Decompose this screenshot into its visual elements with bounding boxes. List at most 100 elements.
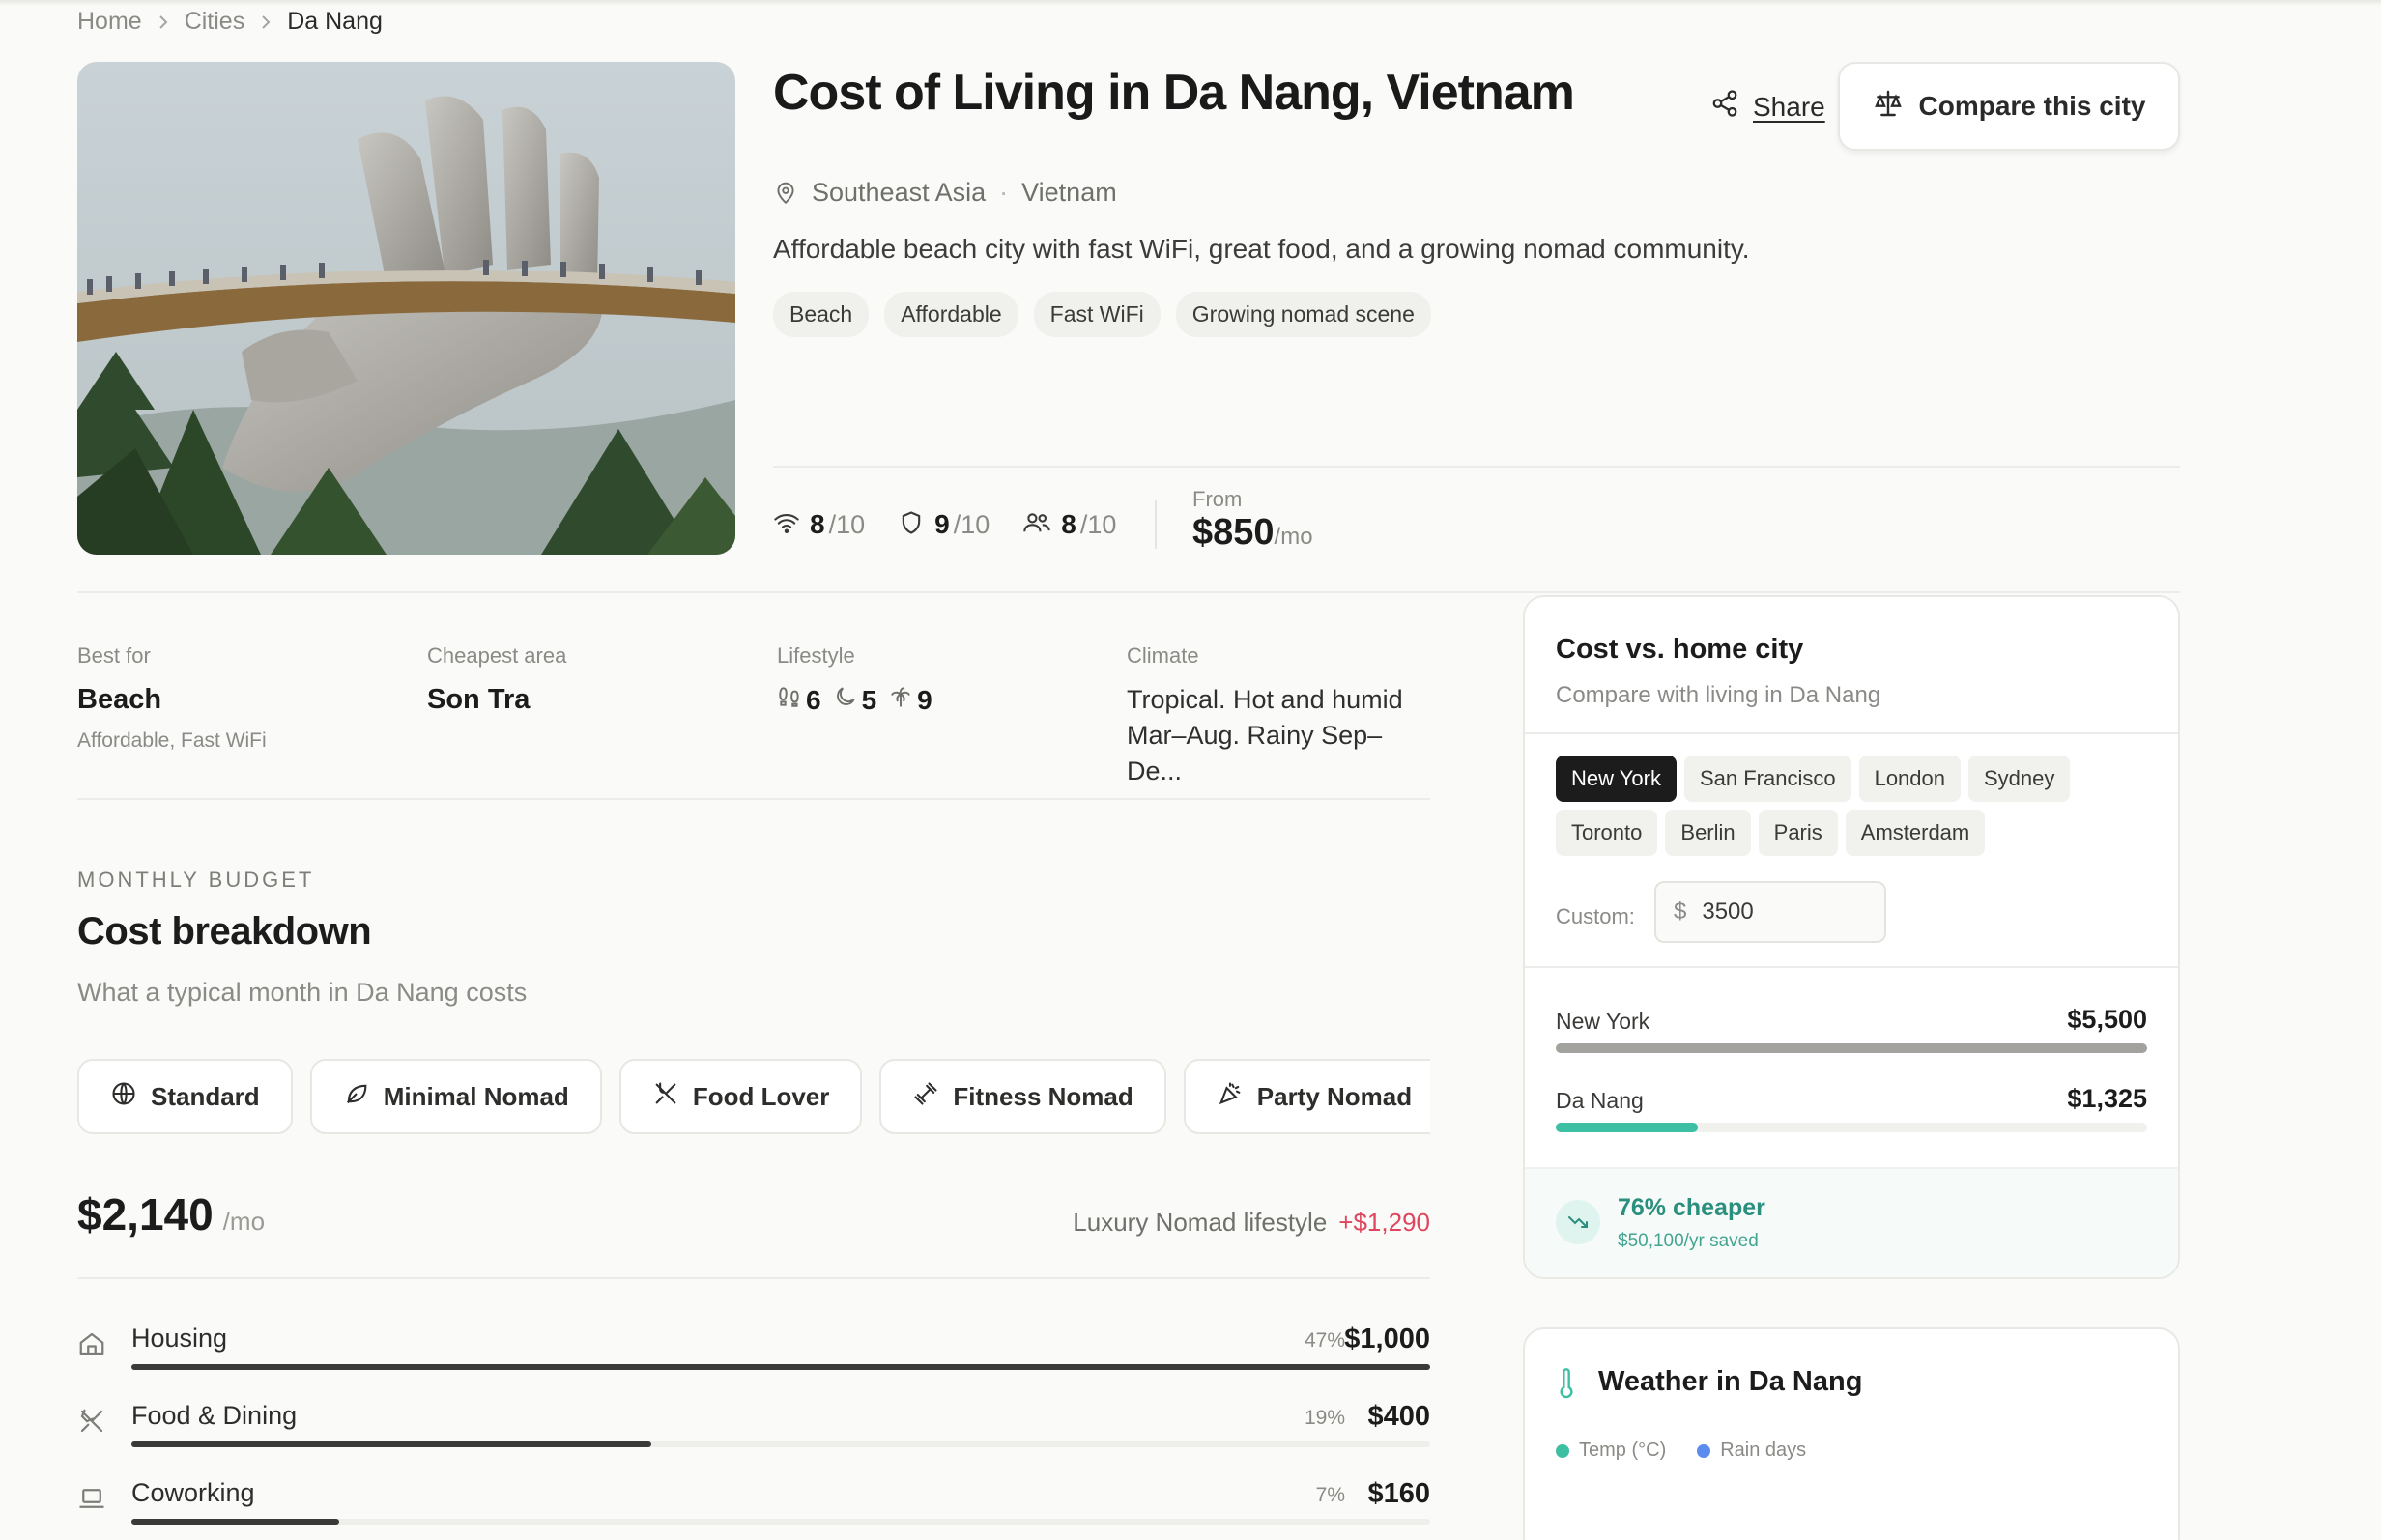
city-description: Affordable beach city with fast WiFi, gr… (773, 234, 1750, 264)
breadcrumb-current: Da Nang (287, 8, 383, 35)
category-percent: 7% (1315, 1484, 1345, 1506)
tag-list: Beach Affordable Fast WiFi Growing nomad… (773, 292, 1431, 337)
party-popper-icon (1217, 1080, 1244, 1114)
city-chip-sydney[interactable]: Sydney (1968, 756, 2071, 802)
cheapest-area-value: Son Tra (427, 684, 531, 715)
category-percent: 19% (1304, 1407, 1345, 1429)
share-button[interactable]: Share (1710, 89, 1825, 125)
category-bar (131, 1364, 1430, 1370)
weather-card: Weather in Da Nang Temp (°C) Rain days (1523, 1327, 2180, 1540)
city-chip-toronto[interactable]: Toronto (1556, 810, 1658, 856)
cheapest-area-info: Cheapest area Son Tra (427, 643, 566, 716)
climate-text: Tropical. Hot and humid Mar–Aug. Rainy S… (1127, 685, 1403, 785)
moon-icon (833, 684, 858, 716)
divider (77, 1277, 1430, 1279)
custom-budget-input[interactable]: $3500 (1654, 881, 1886, 943)
tag: Affordable (884, 292, 1018, 337)
chevron-right-icon (260, 14, 272, 30)
city-name: Da Nang (1556, 1088, 1644, 1113)
divider (77, 591, 2180, 593)
category-amount: $1,000 (1344, 1324, 1430, 1355)
preset-minimal-nomad[interactable]: Minimal Nomad (309, 1059, 602, 1134)
best-for-info: Best for Beach Affordable, Fast WiFi (77, 643, 267, 753)
cost-category-row[interactable]: Food & Dining 19% $400 (77, 1401, 1430, 1459)
category-name: Coworking (131, 1478, 255, 1507)
footprints-icon (777, 684, 802, 716)
city-monthly-cost: $5,500 (2067, 1005, 2147, 1034)
category-name: Food & Dining (131, 1401, 298, 1430)
legend-item-temp[interactable]: Temp (°C) (1556, 1440, 1666, 1462)
category-bar (131, 1519, 1430, 1525)
wifi-rating: 8/10 (773, 509, 865, 541)
card-title: Cost vs. home city (1556, 634, 1804, 665)
legend-swatch (1697, 1443, 1711, 1458)
best-for-value: Beach (77, 684, 162, 715)
category-amount: $400 (1367, 1401, 1430, 1432)
scale-icon (1873, 88, 1904, 126)
cost-category-row[interactable]: Housing 47% $1,000 (77, 1324, 1430, 1382)
lifestyle-label: Lifestyle (777, 643, 855, 668)
page-title: Cost of Living in Da Nang, Vietnam (773, 65, 1575, 121)
savings-summary: 76% cheaper $50,100/yr saved (1525, 1167, 2178, 1277)
home-icon (77, 1329, 106, 1363)
country-label[interactable]: Vietnam (1021, 178, 1117, 208)
rating-max: /10 (1079, 510, 1117, 539)
breadcrumb-cities[interactable]: Cities (185, 8, 245, 36)
region-label[interactable]: Southeast Asia (812, 178, 986, 208)
city-monthly-cost: $1,325 (2067, 1084, 2147, 1113)
budget-preset-tabs: Standard Minimal Nomad Food Lover Fitnes… (77, 1059, 1430, 1136)
best-for-sub: Affordable, Fast WiFi (77, 729, 267, 752)
people-icon (1022, 509, 1051, 541)
cost-bar (1556, 1123, 2147, 1132)
thermometer-icon (1556, 1368, 1577, 1404)
city-name: New York (1556, 1009, 1650, 1034)
rating-max: /10 (953, 510, 990, 539)
category-percent: 47% (1304, 1329, 1345, 1352)
legend-item-rain[interactable]: Rain days (1697, 1440, 1806, 1462)
preset-party-nomad[interactable]: Party Nomad (1183, 1059, 1430, 1134)
breadcrumb-home[interactable]: Home (77, 8, 142, 36)
preset-fitness-nomad[interactable]: Fitness Nomad (879, 1059, 1166, 1134)
walkability-score: 6 (777, 684, 821, 716)
breadcrumb: Home Cities Da Nang (77, 8, 383, 36)
section-eyebrow: MONTHLY BUDGET (77, 868, 315, 892)
lifestyle-delta: +$1,290 (1338, 1208, 1430, 1237)
divider (1155, 500, 1158, 549)
best-for-label: Best for (77, 643, 151, 668)
preset-standard[interactable]: Standard (77, 1059, 293, 1134)
share-icon (1710, 89, 1739, 125)
city-chip-new-york[interactable]: New York (1556, 756, 1677, 802)
score-ratings: 8/10 9/10 8/10 (773, 491, 1193, 558)
compare-city-button[interactable]: Compare this city (1838, 62, 2180, 151)
community-rating: 8/10 (1022, 509, 1116, 541)
city-chip-san-francisco[interactable]: San Francisco (1683, 756, 1851, 802)
category-bar (131, 1441, 1430, 1447)
category-name: Housing (131, 1324, 228, 1353)
divider (77, 798, 1430, 800)
cost-category-row[interactable]: Coworking 7% $160 (77, 1478, 1430, 1536)
city-chip-berlin[interactable]: Berlin (1665, 810, 1751, 856)
leaf-icon (343, 1080, 370, 1114)
divider (1525, 732, 2178, 734)
city-hero-image (77, 62, 735, 555)
utensils-icon (652, 1080, 679, 1114)
preset-food-lover[interactable]: Food Lover (618, 1059, 863, 1134)
laptop-icon (77, 1484, 106, 1518)
rating-value: 9 (934, 509, 950, 539)
rating-value: 8 (1061, 509, 1076, 539)
safety-rating: 9/10 (898, 509, 990, 541)
city-chip-paris[interactable]: Paris (1758, 810, 1838, 856)
savings-percent: 76% cheaper (1618, 1194, 1765, 1221)
home-city-selector: New York San Francisco London Sydney Tor… (1556, 756, 2136, 856)
globe-icon (110, 1080, 137, 1114)
city-chip-amsterdam[interactable]: Amsterdam (1845, 810, 1986, 856)
cheapest-area-label: Cheapest area (427, 643, 567, 668)
palm-tree-icon (888, 684, 913, 716)
from-price: $850/mo (1192, 512, 1313, 553)
tag: Growing nomad scene (1175, 292, 1431, 337)
share-label: Share (1753, 91, 1825, 122)
savings-yearly: $50,100/yr saved (1618, 1231, 1759, 1251)
city-chip-london[interactable]: London (1858, 756, 1961, 802)
from-label: From (1192, 487, 1243, 511)
chart-legend: Temp (°C) Rain days (1556, 1440, 1806, 1462)
